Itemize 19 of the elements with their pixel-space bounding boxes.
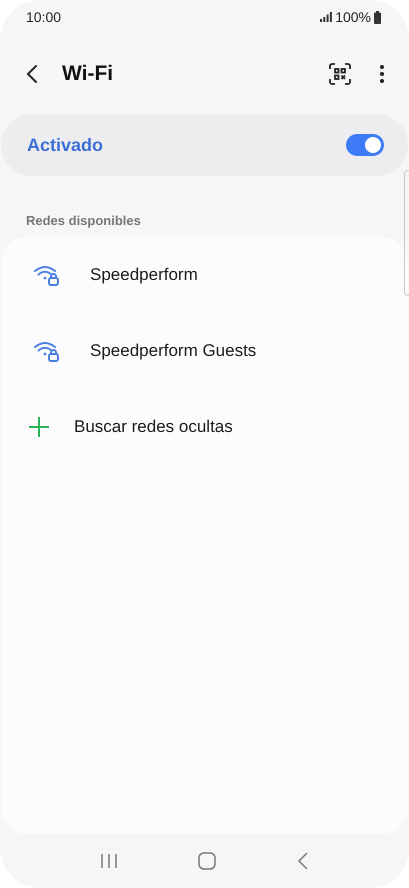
- back-nav-icon: [296, 852, 309, 870]
- wifi-switch[interactable]: [346, 134, 384, 156]
- network-item[interactable]: Speedperform Guests: [1, 313, 408, 389]
- network-item[interactable]: Speedperform: [1, 237, 408, 313]
- page-title: Wi-Fi: [62, 62, 114, 86]
- section-title: Redes disponibles: [25, 212, 142, 230]
- wifi-lock-icon: [32, 339, 60, 363]
- battery-icon: [374, 10, 381, 24]
- wifi-lock-icon: [32, 263, 60, 287]
- qr-scan-icon: [329, 63, 351, 85]
- toggle-label: Activado: [27, 134, 104, 156]
- battery-percent: 100%: [335, 9, 371, 25]
- status-time: 10:00: [26, 9, 62, 25]
- recent-apps-icon: [100, 853, 118, 869]
- home-icon: [198, 852, 216, 870]
- plus-icon: [28, 416, 50, 438]
- more-options-icon: [379, 64, 385, 84]
- signal-icon: [320, 12, 332, 22]
- hidden-networks-item[interactable]: Buscar redes ocultas: [1, 389, 408, 465]
